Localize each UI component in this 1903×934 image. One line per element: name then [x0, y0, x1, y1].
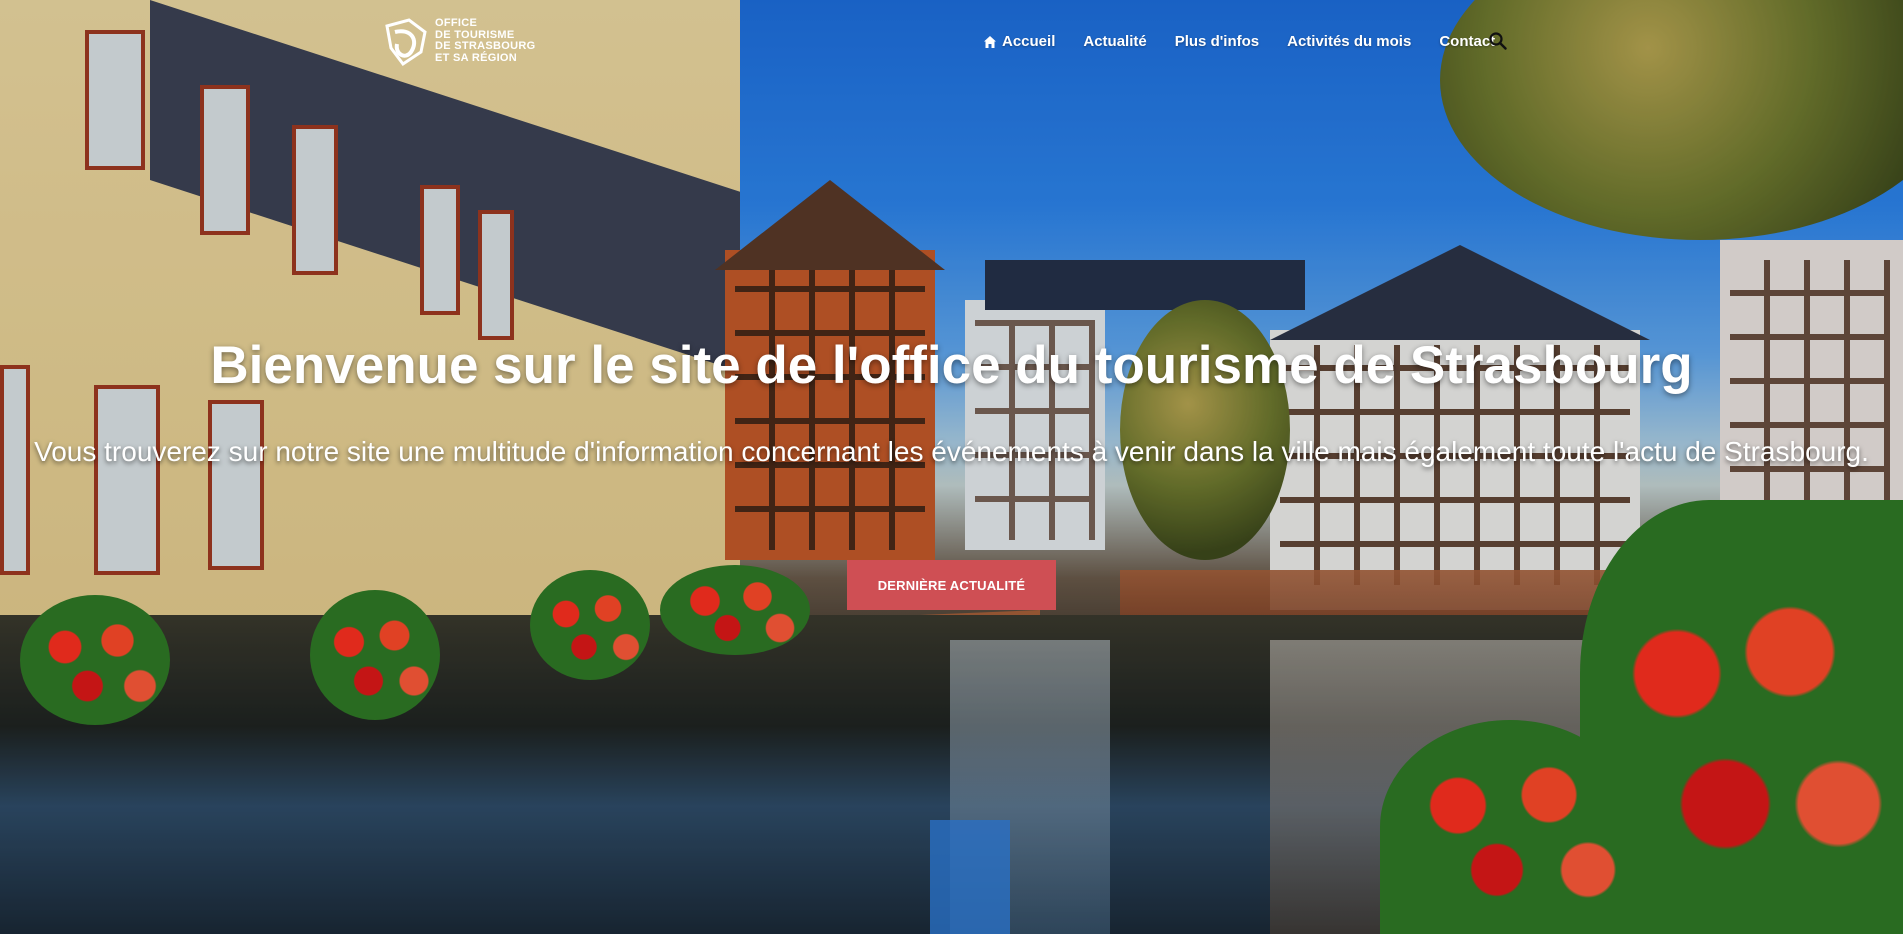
nav-item-activites-du-mois[interactable]: Activités du mois — [1287, 33, 1411, 50]
main-nav: Accueil Actualité Plus d'infos Activités… — [983, 33, 1495, 50]
logo-text: Office de Tourisme de Strasbourg et sa r… — [435, 17, 536, 64]
nav-item-label: Plus d'infos — [1174, 33, 1260, 50]
nav-item-label: Contact — [1439, 33, 1496, 50]
nav-item-label: Activités du mois — [1287, 33, 1412, 50]
nav-item-plus-infos[interactable]: Plus d'infos — [1175, 33, 1259, 50]
nav-item-accueil[interactable]: Accueil — [983, 33, 1055, 50]
logo-line: Office — [435, 17, 478, 29]
nav-item-label: Actualité — [1083, 33, 1147, 50]
nav-item-actualite[interactable]: Actualité — [1083, 33, 1146, 50]
home-icon — [984, 35, 996, 48]
search-icon[interactable] — [1489, 32, 1507, 50]
logo-line: et sa région — [435, 51, 518, 64]
logo-swirl-icon — [381, 18, 429, 68]
nav-item-label: Accueil — [1002, 33, 1056, 50]
latest-news-button[interactable]: Dernière actualité — [847, 560, 1056, 610]
hero-title: Bienvenue sur le site de l'office du tou… — [210, 336, 1693, 395]
logo-line: de Strasbourg — [435, 40, 536, 52]
site-logo[interactable]: Office de Tourisme de Strasbourg et sa r… — [381, 17, 536, 68]
hero-subtitle: Vous trouverez sur notre site une multit… — [34, 436, 1869, 467]
nav-item-contact[interactable]: Contact — [1439, 33, 1495, 50]
